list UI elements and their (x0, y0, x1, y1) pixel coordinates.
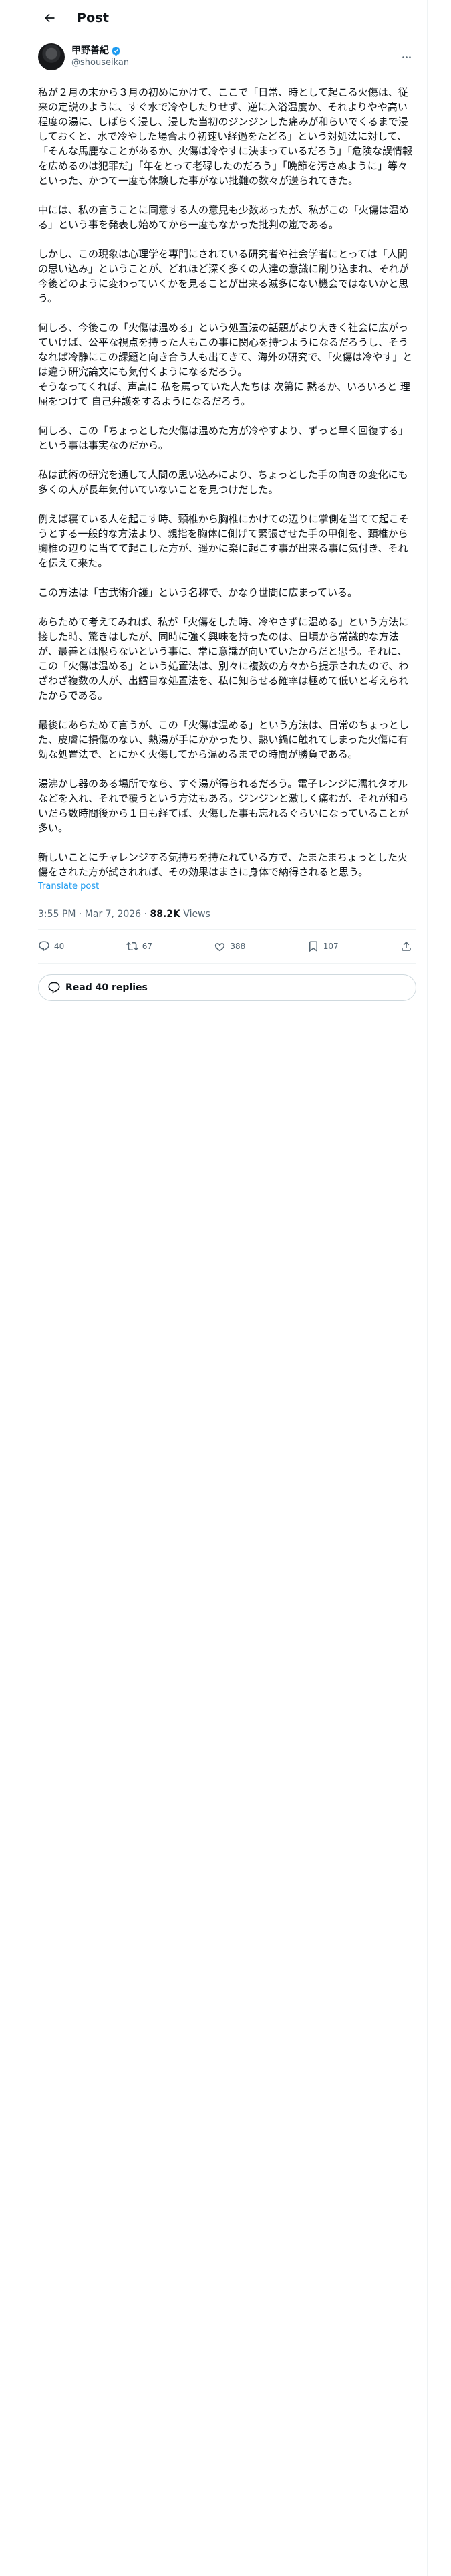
author-names: 甲野善紀 @shouseikan (71, 45, 396, 69)
reply-count: 40 (54, 942, 65, 951)
bookmark-icon (309, 941, 317, 952)
share-icon (402, 941, 411, 951)
post-paragraph: 何しろ、この「ちょっとした火傷は温めた方が冷やすより、ずっと早く回復する」という… (38, 425, 409, 451)
author-row: 甲野善紀 @shouseikan (27, 35, 427, 72)
post-paragraph: 最後にあらためて言うが、この「火傷は温める」という方法は、日常のちょっとした、皮… (38, 719, 409, 760)
bookmark-button[interactable]: 107 (307, 940, 339, 952)
post-paragraph: 中には、私の言うことに同意する人の意見も少数あったが、私がこの「火傷は温める」と… (38, 204, 409, 231)
author-display-name[interactable]: 甲野善紀 (71, 45, 109, 57)
post-paragraph: 新しいことにチャレンジする気持ちを持たれている方で、たまたまちょっとした火傷をさ… (38, 851, 408, 878)
arrow-left-icon (44, 13, 55, 22)
reply-icon (39, 941, 49, 952)
name-line: 甲野善紀 (71, 45, 396, 57)
views-label: Views (180, 909, 210, 920)
page-title: Post (77, 10, 110, 25)
more-options-button[interactable] (396, 47, 416, 67)
post-meta: 3:55 PM · Mar 7, 2026 · 88.2K Views (38, 893, 416, 930)
avatar[interactable] (38, 43, 65, 70)
share-button[interactable] (400, 940, 416, 952)
post-paragraph: 例えば寝ている人を起こす時、頸椎から胸椎にかけての辺りに掌側を当てて起こそうとす… (38, 513, 409, 569)
speech-bubble-icon (48, 982, 60, 994)
translate-post-link[interactable]: Translate post (27, 879, 427, 893)
post-text: 私が２月の末から３月の初めにかけて、ここで「日常、時として起こる火傷は、従来の定… (27, 72, 427, 879)
like-button[interactable]: 388 (214, 940, 245, 952)
post-date[interactable]: Mar 7, 2026 (85, 909, 141, 920)
read-replies-label: Read 40 replies (65, 982, 148, 993)
heart-icon (215, 943, 225, 952)
read-replies-button[interactable]: Read 40 replies (38, 974, 416, 1001)
meta-separator: · (141, 909, 150, 920)
post-paragraph: あらためて考えてみれば、私が「火傷をした時、冷やさずに温める」という方法に接した… (38, 616, 409, 702)
post-paragraph: 何しろ、今後この「火傷は温める」という処置法の話題がより大きく社会に広がっていけ… (38, 322, 413, 407)
page: Post 甲野善紀 @shouseikan 私が２月の末から３月の初めにかけて、… (0, 0, 451, 2576)
action-bar: 40 67 388 107 (38, 930, 416, 964)
post-paragraph: この方法は「古武術介護」という名称で、かなり世間に広まっている。 (38, 586, 358, 599)
more-dots-icon (402, 56, 411, 58)
top-bar: Post (27, 0, 427, 35)
views-count: 88.2K (150, 909, 180, 920)
main-column: Post 甲野善紀 @shouseikan 私が２月の末から３月の初めにかけて、… (27, 0, 428, 2576)
bookmark-count: 107 (323, 942, 339, 951)
verified-badge-icon (112, 46, 120, 56)
like-count: 388 (230, 942, 246, 951)
post-time[interactable]: 3:55 PM (38, 909, 76, 920)
back-button[interactable] (38, 7, 61, 29)
repost-icon (126, 942, 138, 951)
repost-count: 67 (142, 942, 152, 951)
post-paragraph: 私が２月の末から３月の初めにかけて、ここで「日常、時として起こる火傷は、従来の定… (38, 86, 412, 187)
post-paragraph: 湯沸かし器のある場所でなら、すぐ湯が得られるだろう。電子レンジに濡れタオルなどを… (38, 778, 409, 834)
repost-button[interactable]: 67 (126, 940, 152, 952)
post-paragraph: 私は武術の研究を通して人間の思い込みにより、ちょっとした手の向きの変化にも多くの… (38, 469, 408, 496)
post-paragraph: しかし、この現象は心理学を専門にされている研究者や社会学者にとっては「人間の思い… (38, 248, 409, 304)
author-handle[interactable]: @shouseikan (71, 57, 396, 69)
meta-separator: · (76, 909, 85, 920)
reply-button[interactable]: 40 (38, 940, 64, 952)
